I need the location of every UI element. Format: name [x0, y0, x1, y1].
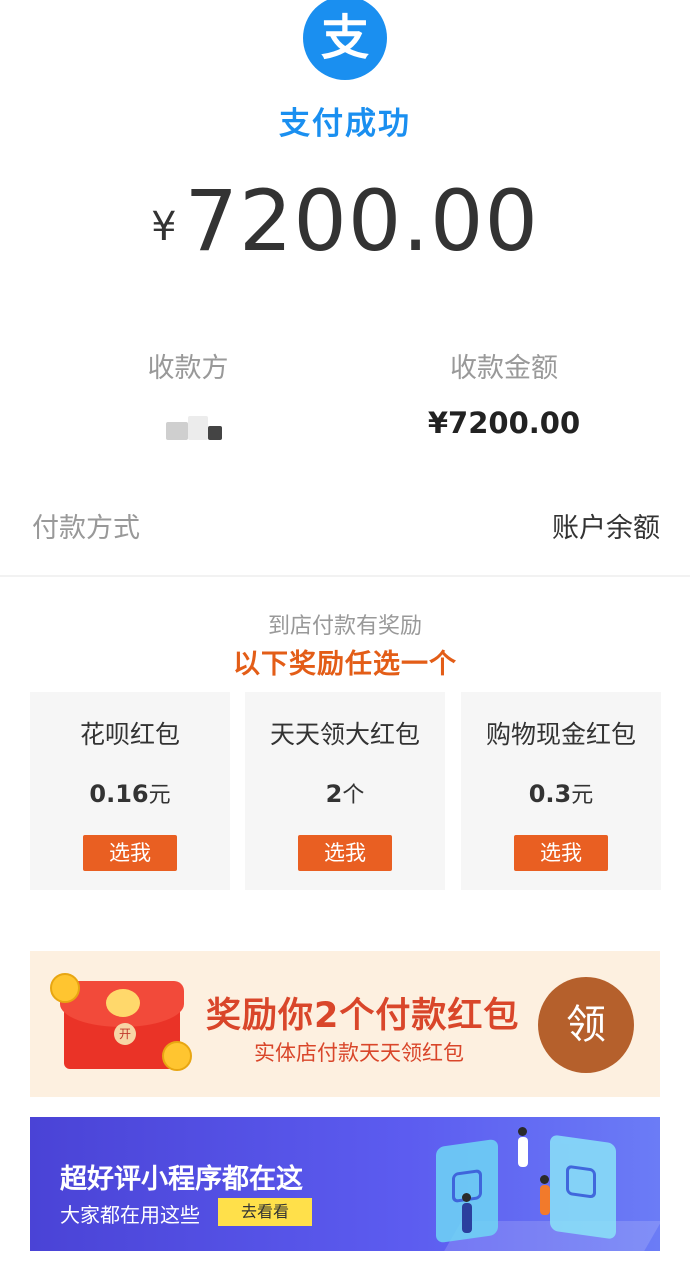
alipay-logo-glyph: 支 — [320, 10, 369, 66]
redpacket-banner[interactable]: 开 奖励你2个付款红包 实体店付款天天领红包 领 — [30, 951, 660, 1097]
miniprogram-banner[interactable]: 超好评小程序都在这 大家都在用这些 去看看 — [30, 1117, 660, 1251]
reward-card-name: 天天领大红包 — [269, 720, 420, 749]
reward-card-huabei[interactable]: 花呗红包 0.16元 选我 — [30, 692, 230, 890]
reward-title: 以下奖励任选一个 — [233, 649, 457, 680]
reward-card-daily[interactable]: 天天领大红包 2个 选我 — [245, 692, 445, 890]
red-envelope-icon: 开 — [50, 973, 192, 1075]
reward-card-name: 花呗红包 — [79, 720, 180, 749]
reward-card-value: 0.3元 — [528, 780, 594, 808]
reward-card-name: 购物现金红包 — [485, 720, 636, 749]
redpacket-banner-subtitle: 实体店付款天天领红包 — [254, 1041, 464, 1065]
payment-method-label: 付款方式 — [32, 513, 140, 544]
coin-icon — [50, 973, 80, 1003]
payment-method-row: 付款方式 账户余额 — [32, 506, 660, 545]
currency-symbol: ¥ — [151, 204, 177, 250]
reward-card-value: 2个 — [325, 780, 365, 808]
miniprogram-banner-subtitle: 大家都在用这些 — [60, 1203, 200, 1227]
payment-status-title: 支付成功 — [279, 106, 411, 142]
choose-button[interactable]: 选我 — [83, 835, 177, 871]
redpacket-banner-title: 奖励你2个付款红包 — [206, 996, 520, 1036]
reward-card-shopping[interactable]: 购物现金红包 0.3元 选我 — [461, 692, 661, 890]
alipay-logo: 支 — [303, 0, 387, 80]
payee-name-blurred — [166, 416, 226, 444]
received-amount-label: 收款金额 — [450, 353, 558, 384]
claim-button[interactable]: 领 — [538, 977, 634, 1073]
miniprogram-banner-title: 超好评小程序都在这 — [60, 1164, 303, 1195]
go-see-button[interactable]: 去看看 — [218, 1198, 312, 1226]
received-amount-value: ¥7200.00 — [427, 406, 581, 440]
payee-label: 收款方 — [147, 353, 229, 384]
phones-illustration — [410, 1117, 660, 1251]
payment-method-value: 账户余额 — [552, 513, 660, 544]
amount-number: 7200.00 — [184, 172, 539, 270]
choose-button[interactable]: 选我 — [298, 835, 392, 871]
reward-subtitle: 到店付款有奖励 — [267, 614, 422, 639]
reward-card-value: 0.16元 — [89, 780, 171, 808]
section-divider — [0, 575, 690, 577]
coin-icon — [162, 1041, 192, 1071]
choose-button[interactable]: 选我 — [514, 835, 608, 871]
payment-amount: ¥7200.00 — [0, 172, 690, 270]
envelope-seal: 开 — [114, 1023, 136, 1045]
